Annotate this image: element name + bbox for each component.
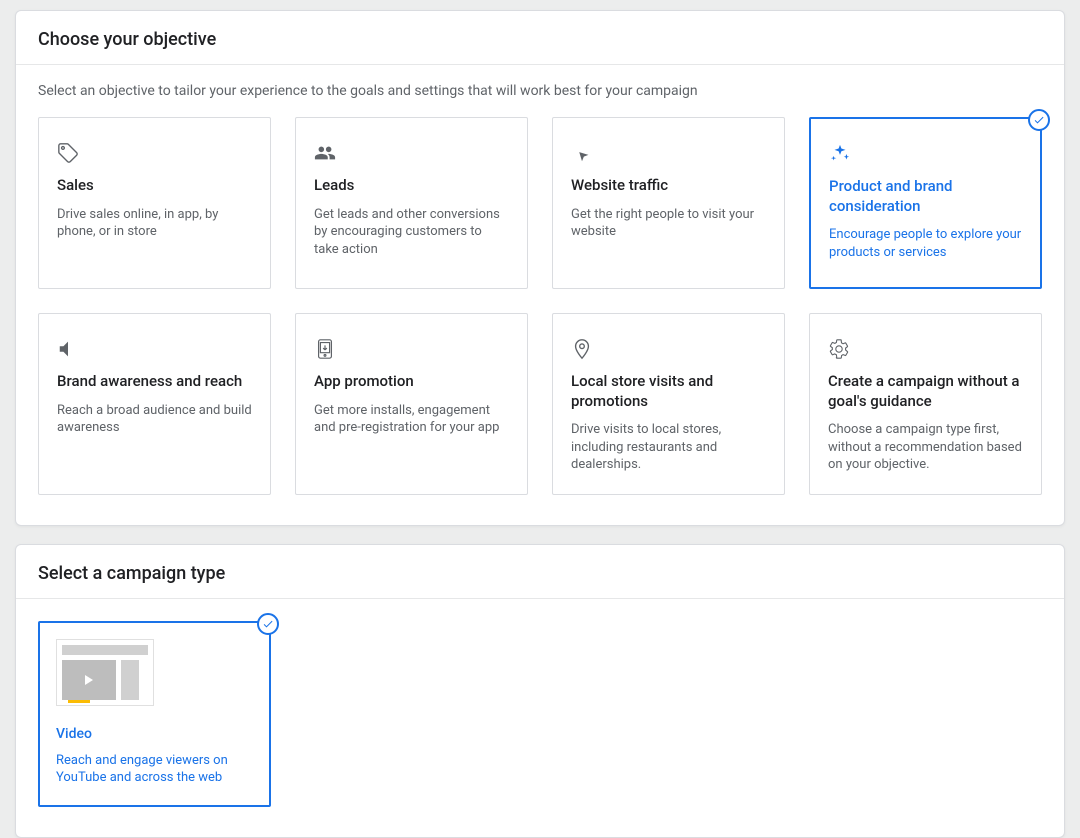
card-desc: Drive visits to local stores, including … <box>571 421 766 474</box>
gear-icon <box>828 334 1023 364</box>
card-title: Sales <box>57 176 252 196</box>
objective-card-local[interactable]: Local store visits and promotions Drive … <box>552 313 785 495</box>
objective-grid: Sales Drive sales online, in app, by pho… <box>16 103 1064 525</box>
type-desc: Reach and engage viewers on YouTube and … <box>56 752 253 787</box>
objective-subheading: Select an objective to tailor your exper… <box>16 65 1064 103</box>
card-title: Product and brand consideration <box>829 177 1022 216</box>
card-title: Brand awareness and reach <box>57 372 252 392</box>
card-title: Create a campaign without a goal's guida… <box>828 372 1023 411</box>
card-desc: Get more installs, engagement and pre-re… <box>314 402 509 437</box>
card-title: Website traffic <box>571 176 766 196</box>
objective-card-sales[interactable]: Sales Drive sales online, in app, by pho… <box>38 117 271 289</box>
objective-card-app[interactable]: App promotion Get more installs, engagem… <box>295 313 528 495</box>
campaign-type-heading: Select a campaign type <box>16 545 1064 599</box>
card-desc: Get leads and other conversions by encou… <box>314 206 509 259</box>
card-desc: Choose a campaign type first, without a … <box>828 421 1023 474</box>
card-desc: Get the right people to visit your websi… <box>571 206 766 241</box>
campaign-type-panel: Select a campaign type Video Reach and e… <box>15 544 1065 838</box>
objective-card-leads[interactable]: Leads Get leads and other conversions by… <box>295 117 528 289</box>
card-title: Local store visits and promotions <box>571 372 766 411</box>
campaign-type-card-video[interactable]: Video Reach and engage viewers on YouTub… <box>38 621 271 807</box>
people-icon <box>314 138 509 168</box>
sparkle-icon <box>829 139 1022 169</box>
click-icon <box>571 138 766 168</box>
objective-panel: Choose your objective Select an objectiv… <box>15 10 1065 526</box>
card-desc: Drive sales online, in app, by phone, or… <box>57 206 252 241</box>
phone-icon <box>314 334 509 364</box>
megaphone-icon <box>57 334 252 364</box>
objective-card-noguidance[interactable]: Create a campaign without a goal's guida… <box>809 313 1042 495</box>
card-title: App promotion <box>314 372 509 392</box>
pin-icon <box>571 334 766 364</box>
check-icon <box>257 613 279 635</box>
card-desc: Reach a broad audience and build awarene… <box>57 402 252 437</box>
card-title: Leads <box>314 176 509 196</box>
objective-card-traffic[interactable]: Website traffic Get the right people to … <box>552 117 785 289</box>
type-title: Video <box>56 726 253 742</box>
objective-card-consideration[interactable]: Product and brand consideration Encourag… <box>809 117 1042 289</box>
objective-heading: Choose your objective <box>16 11 1064 65</box>
tag-icon <box>57 138 252 168</box>
video-thumb-icon <box>56 639 154 706</box>
objective-card-awareness[interactable]: Brand awareness and reach Reach a broad … <box>38 313 271 495</box>
card-desc: Encourage people to explore your product… <box>829 226 1022 261</box>
check-icon <box>1028 109 1050 131</box>
